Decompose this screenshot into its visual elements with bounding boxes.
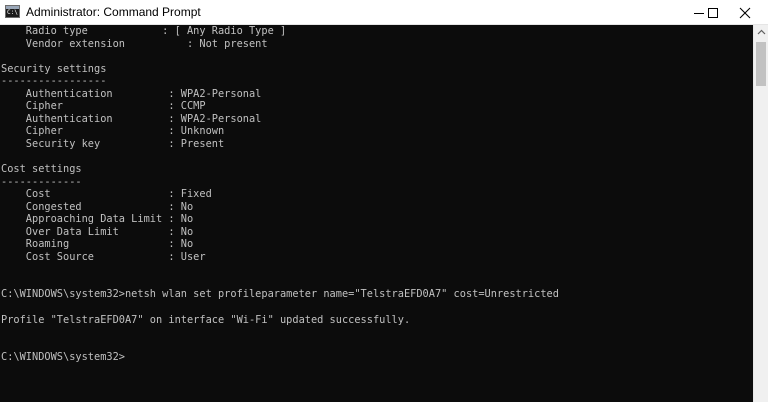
console-line: Cost Source : User [1, 250, 206, 263]
scroll-up-button[interactable] [754, 25, 768, 39]
console-line: ----------------- [1, 75, 107, 88]
chevron-up-icon [757, 29, 765, 35]
console-line: Roaming : No [1, 238, 194, 251]
console-output-area[interactable]: Radio type : [ Any Radio Type ] Vendor e… [0, 25, 753, 402]
console-line: Security key : Present [1, 137, 225, 150]
console-line: C:\WINDOWS\system32> [1, 351, 125, 364]
console-line: Authentication : WPA2-Personal [1, 87, 262, 100]
command-prompt-window: C:\ Administrator: Command Prompt Radio … [0, 0, 768, 402]
console-line: Cost : Fixed [1, 188, 212, 201]
title-bar[interactable]: C:\ Administrator: Command Prompt [0, 0, 768, 25]
console-line: Authentication : WPA2-Personal [1, 112, 262, 125]
maximize-icon [708, 7, 718, 18]
scrollbar-thumb[interactable] [756, 42, 766, 86]
console-line: Vendor extension : Not present [1, 37, 268, 50]
command-prompt-icon[interactable]: C:\ [5, 5, 20, 18]
console-line: Cipher : CCMP [1, 100, 206, 113]
console-line: Over Data Limit : No [1, 225, 194, 238]
console-line: Radio type : [ Any Radio Type ] [1, 25, 287, 37]
console-line: Approaching Data Limit : No [1, 213, 194, 226]
console-line: Cipher : Unknown [1, 125, 225, 138]
vertical-scrollbar[interactable] [753, 25, 768, 402]
window-title: Administrator: Command Prompt [26, 5, 201, 19]
console-line: Security settings [1, 62, 107, 75]
close-button[interactable] [722, 0, 768, 25]
console-line: Profile "TelstraEFD0A7" on interface "Wi… [1, 313, 411, 326]
console-line: Congested : No [1, 200, 194, 213]
console-line: ------------- [1, 175, 82, 188]
icon-prompt-glyph: C:\ [7, 9, 18, 16]
close-icon [739, 7, 751, 18]
console-line: C:\WINDOWS\system32>netsh wlan set profi… [1, 288, 559, 301]
console-text: Radio type : [ Any Radio Type ] Vendor e… [1, 25, 559, 364]
console-line: Cost settings [1, 163, 82, 176]
